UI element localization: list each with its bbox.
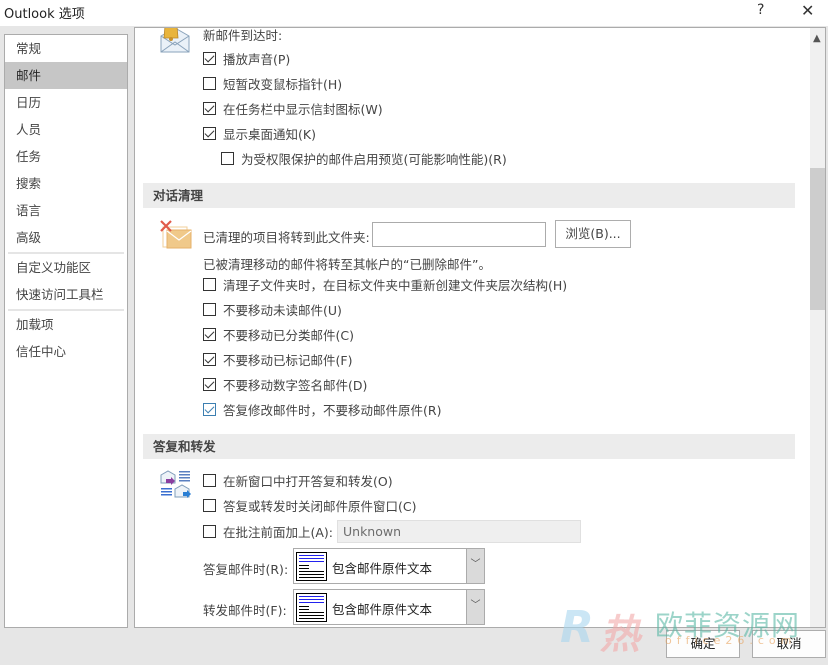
rights-protected-preview-label: 为受权限保护的邮件启用预览(可能影响性能)(R) [241,151,507,167]
browse-button[interactable]: 浏览(B)... [555,220,631,248]
no-move-original-checkbox[interactable] [203,402,216,416]
sidebar-item-general[interactable]: 常规 [5,35,127,62]
reply-label: 答复邮件时(R): [203,562,289,577]
section-header-cleanup: 对话清理 [143,183,795,208]
recreate-hierarchy-option[interactable]: 清理子文件夹时，在目标文件夹中重新创建文件夹层次结构(H) [203,275,567,293]
reply-forward-icon [159,469,193,501]
change-pointer-label: 短暂改变鼠标指针(H) [223,76,343,92]
forward-dropdown-value: 包含邮件原件文本 [332,602,433,617]
no-move-original-option[interactable]: 答复修改邮件时，不要移动邮件原件(R) [203,400,441,418]
play-sound-checkbox[interactable] [203,51,216,65]
forward-label: 转发邮件时(F): [203,603,287,618]
cleanup-folder-label: 已清理的项目将转到此文件夹: [203,230,370,245]
preface-comments-label: 在批注前面加上(A): [223,524,334,540]
recreate-hierarchy-label: 清理子文件夹时，在目标文件夹中重新创建文件夹层次结构(H) [223,277,568,293]
include-original-text-icon [296,552,327,581]
sidebar-item-add-ins[interactable]: 加载项 [5,311,127,338]
desktop-alert-checkbox[interactable] [203,126,216,140]
no-move-unread-label: 不要移动未读邮件(U) [223,302,342,318]
open-in-new-window-checkbox[interactable] [203,473,216,487]
no-move-original-label: 答复修改邮件时，不要移动邮件原件(R) [223,402,442,418]
sidebar-item-advanced[interactable]: 高级 [5,224,127,251]
no-move-signed-option[interactable]: 不要移动数字签名邮件(D) [203,375,367,393]
new-mail-heading: 新邮件到达时: [203,28,283,43]
rights-protected-preview-option[interactable]: 为受权限保护的邮件启用预览(可能影响性能)(R) [221,149,507,167]
cleanup-note: 已被清理移动的邮件将转至其帐户的“已删除邮件”。 [203,257,491,272]
taskbar-envelope-label: 在任务栏中显示信封图标(W) [223,101,383,117]
no-move-categorized-option[interactable]: 不要移动已分类邮件(C) [203,325,354,343]
desktop-alert-label: 显示桌面通知(K) [223,126,316,142]
vertical-scrollbar[interactable]: ▲ [810,28,825,627]
sidebar-item-trust-center[interactable]: 信任中心 [5,338,127,365]
chevron-down-icon[interactable]: ﹀ [466,590,484,624]
close-original-checkbox[interactable] [203,498,216,512]
no-move-signed-label: 不要移动数字签名邮件(D) [223,377,368,393]
bell-envelope-icon [157,28,193,56]
no-move-flagged-label: 不要移动已标记邮件(F) [223,352,353,368]
taskbar-envelope-checkbox[interactable] [203,101,216,115]
no-move-unread-checkbox[interactable] [203,302,216,316]
include-original-text-icon [296,593,327,622]
sidebar-nav: 常规 邮件 日历 人员 任务 搜索 语言 高级 自定义功能区 快速访问工具栏 加… [4,34,128,628]
cancel-button[interactable]: 取消 [752,630,826,658]
reply-dropdown-value: 包含邮件原件文本 [332,561,433,576]
scroll-up-icon[interactable]: ▲ [813,33,821,44]
title-bar: Outlook 选项 ? ✕ [0,0,828,26]
sidebar-item-calendar[interactable]: 日历 [5,89,127,116]
preface-comments-option[interactable]: 在批注前面加上(A): [203,522,333,540]
close-original-label: 答复或转发时关闭邮件原件窗口(C) [223,498,417,514]
play-sound-option[interactable]: 播放声音(P) [203,49,290,67]
scrollbar-thumb[interactable] [810,168,825,310]
change-pointer-checkbox[interactable] [203,76,216,90]
desktop-alert-option[interactable]: 显示桌面通知(K) [203,124,316,142]
open-in-new-window-label: 在新窗口中打开答复和转发(O) [223,473,393,489]
no-move-flagged-option[interactable]: 不要移动已标记邮件(F) [203,350,352,368]
cleanup-envelope-icon [159,219,193,249]
close-original-option[interactable]: 答复或转发时关闭邮件原件窗口(C) [203,496,416,514]
sidebar-item-customize-ribbon[interactable]: 自定义功能区 [5,254,127,281]
preface-comments-checkbox[interactable] [203,524,216,538]
options-panel: 新邮件到达时: 播放声音(P) 短暂改变鼠标指针(H) 在任务栏中显示信封图标(… [134,27,826,628]
recreate-hierarchy-checkbox[interactable] [203,277,216,291]
sidebar-item-language[interactable]: 语言 [5,197,127,224]
play-sound-label: 播放声音(P) [223,51,291,67]
sidebar-item-tasks[interactable]: 任务 [5,143,127,170]
sidebar-item-people[interactable]: 人员 [5,116,127,143]
no-move-unread-option[interactable]: 不要移动未读邮件(U) [203,300,342,318]
section-header-reply-forward: 答复和转发 [143,434,795,459]
taskbar-envelope-option[interactable]: 在任务栏中显示信封图标(W) [203,99,383,117]
ok-button[interactable]: 确定 [666,630,740,658]
sidebar-item-mail[interactable]: 邮件 [5,62,127,89]
reply-dropdown[interactable]: 包含邮件原件文本 ﹀ [293,548,485,584]
sidebar-item-search[interactable]: 搜索 [5,170,127,197]
window-title: Outlook 选项 [4,7,85,22]
help-button[interactable]: ? [757,2,764,18]
chevron-down-icon[interactable]: ﹀ [466,549,484,583]
preface-comments-input[interactable]: Unknown [337,520,581,543]
cleanup-folder-input[interactable] [372,222,546,247]
change-pointer-option[interactable]: 短暂改变鼠标指针(H) [203,74,342,92]
sidebar-item-quick-access-toolbar[interactable]: 快速访问工具栏 [5,281,127,308]
no-move-flagged-checkbox[interactable] [203,352,216,366]
open-in-new-window-option[interactable]: 在新窗口中打开答复和转发(O) [203,471,393,489]
no-move-categorized-checkbox[interactable] [203,327,216,341]
forward-dropdown[interactable]: 包含邮件原件文本 ﹀ [293,589,485,625]
no-move-categorized-label: 不要移动已分类邮件(C) [223,327,354,343]
no-move-signed-checkbox[interactable] [203,377,216,391]
close-button[interactable]: ✕ [801,1,814,20]
rights-protected-preview-checkbox[interactable] [221,151,234,165]
